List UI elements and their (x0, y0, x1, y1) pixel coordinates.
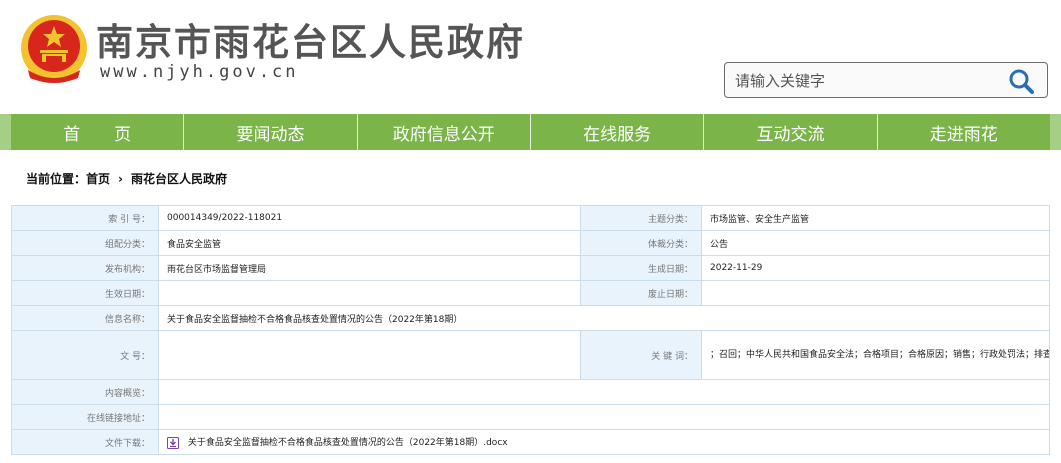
nav-item-gov-info[interactable]: 政府信息公开 (358, 114, 531, 150)
site-title: 南京市雨花台区人民政府 (96, 21, 525, 64)
nav-item-about[interactable]: 走进雨花 (878, 114, 1050, 150)
summary-value (158, 379, 1050, 405)
publisher-label: 发布机构： (11, 255, 159, 281)
nav-item-news[interactable]: 要闻动态 (184, 114, 358, 150)
genre-label: 体裁分类： (580, 230, 702, 256)
link-value (158, 404, 1050, 430)
table-row: 索 引 号： 000014349/2022-118021 主题分类： 市场监管、… (11, 205, 1050, 231)
summary-label: 内容概览： (11, 379, 159, 405)
docno-label: 文 号： (11, 330, 159, 380)
nav-item-interaction[interactable]: 互动交流 (704, 114, 878, 150)
table-row: 信息名称： 关于食品安全监督抽检不合格食品核查处置情况的公告（2022年第18期… (11, 305, 1050, 331)
name-value: 关于食品安全监督抽检不合格食品核查处置情况的公告（2022年第18期） (158, 305, 1050, 331)
index-label: 索 引 号： (11, 205, 159, 231)
download-label: 文件下载： (11, 429, 159, 455)
index-value: 000014349/2022-118021 (158, 205, 581, 231)
table-row: 生效日期： 废止日期： (11, 280, 1050, 306)
created-label: 生成日期： (580, 255, 702, 281)
name-label: 信息名称： (11, 305, 159, 331)
table-row: 内容概览： (11, 379, 1050, 405)
breadcrumb-home-link[interactable]: 首页 (86, 170, 110, 187)
table-row: 在线链接地址： (11, 404, 1050, 430)
site-url: www.njyh.gov.cn (100, 62, 299, 82)
keywords-label: 关 键 词： (580, 330, 702, 380)
created-value: 2022-11-29 (701, 255, 1050, 281)
search-box (724, 62, 1048, 99)
link-label: 在线链接地址： (11, 404, 159, 430)
nav-left-edge (0, 114, 11, 150)
publisher-value: 雨花台区市场监督管理局 (158, 255, 581, 281)
table-row: 文 号： 关 键 词： ；召回；中华人民共和国食品安全法；合格项目；合格原因；销… (11, 330, 1050, 380)
nav-right-edge (1050, 114, 1061, 150)
download-file-link[interactable]: 关于食品安全监督抽检不合格食品核查处置情况的公告（2022年第18期）.docx (188, 438, 508, 448)
breadcrumb: 当前位置： 首页 › 雨花台区人民政府 (26, 170, 227, 187)
main-nav: 首 页 要闻动态 政府信息公开 在线服务 互动交流 走进雨花 (11, 114, 1050, 150)
search-input[interactable] (733, 63, 997, 99)
nav-item-online-service[interactable]: 在线服务 (531, 114, 705, 150)
topic-value: 市场监管、安全生产监管 (701, 205, 1050, 231)
table-row: 组配分类： 食品安全监管 体裁分类： 公告 (11, 230, 1050, 256)
nav-item-home[interactable]: 首 页 (11, 114, 185, 150)
category-value: 食品安全监管 (158, 230, 581, 256)
keywords-value: ；召回；中华人民共和国食品安全法；合格项目；合格原因；销售；行政处罚法；排查；货… (701, 330, 1050, 380)
topic-label: 主题分类： (580, 205, 702, 231)
search-icon[interactable] (1007, 67, 1035, 95)
abolish-value (701, 280, 1050, 306)
chevron-right-icon: › (118, 171, 123, 186)
breadcrumb-current-link[interactable]: 雨花台区人民政府 (131, 170, 227, 187)
effective-value (158, 280, 581, 306)
download-cell: 关于食品安全监督抽检不合格食品核查处置情况的公告（2022年第18期）.docx (158, 429, 1050, 455)
genre-value: 公告 (701, 230, 1050, 256)
effective-label: 生效日期： (11, 280, 159, 306)
national-emblem-logo (21, 15, 87, 83)
table-row: 文件下载： 关于食品安全监督抽检不合格食品核查处置情况的公告（2022年第18期… (11, 429, 1050, 455)
category-label: 组配分类： (11, 230, 159, 256)
abolish-label: 废止日期： (580, 280, 702, 306)
download-icon[interactable] (167, 436, 179, 449)
table-row: 发布机构： 雨花台区市场监督管理局 生成日期： 2022-11-29 (11, 255, 1050, 281)
docno-value (158, 330, 581, 380)
info-table: 索 引 号： 000014349/2022-118021 主题分类： 市场监管、… (11, 205, 1050, 455)
breadcrumb-prefix: 当前位置： (26, 172, 87, 186)
